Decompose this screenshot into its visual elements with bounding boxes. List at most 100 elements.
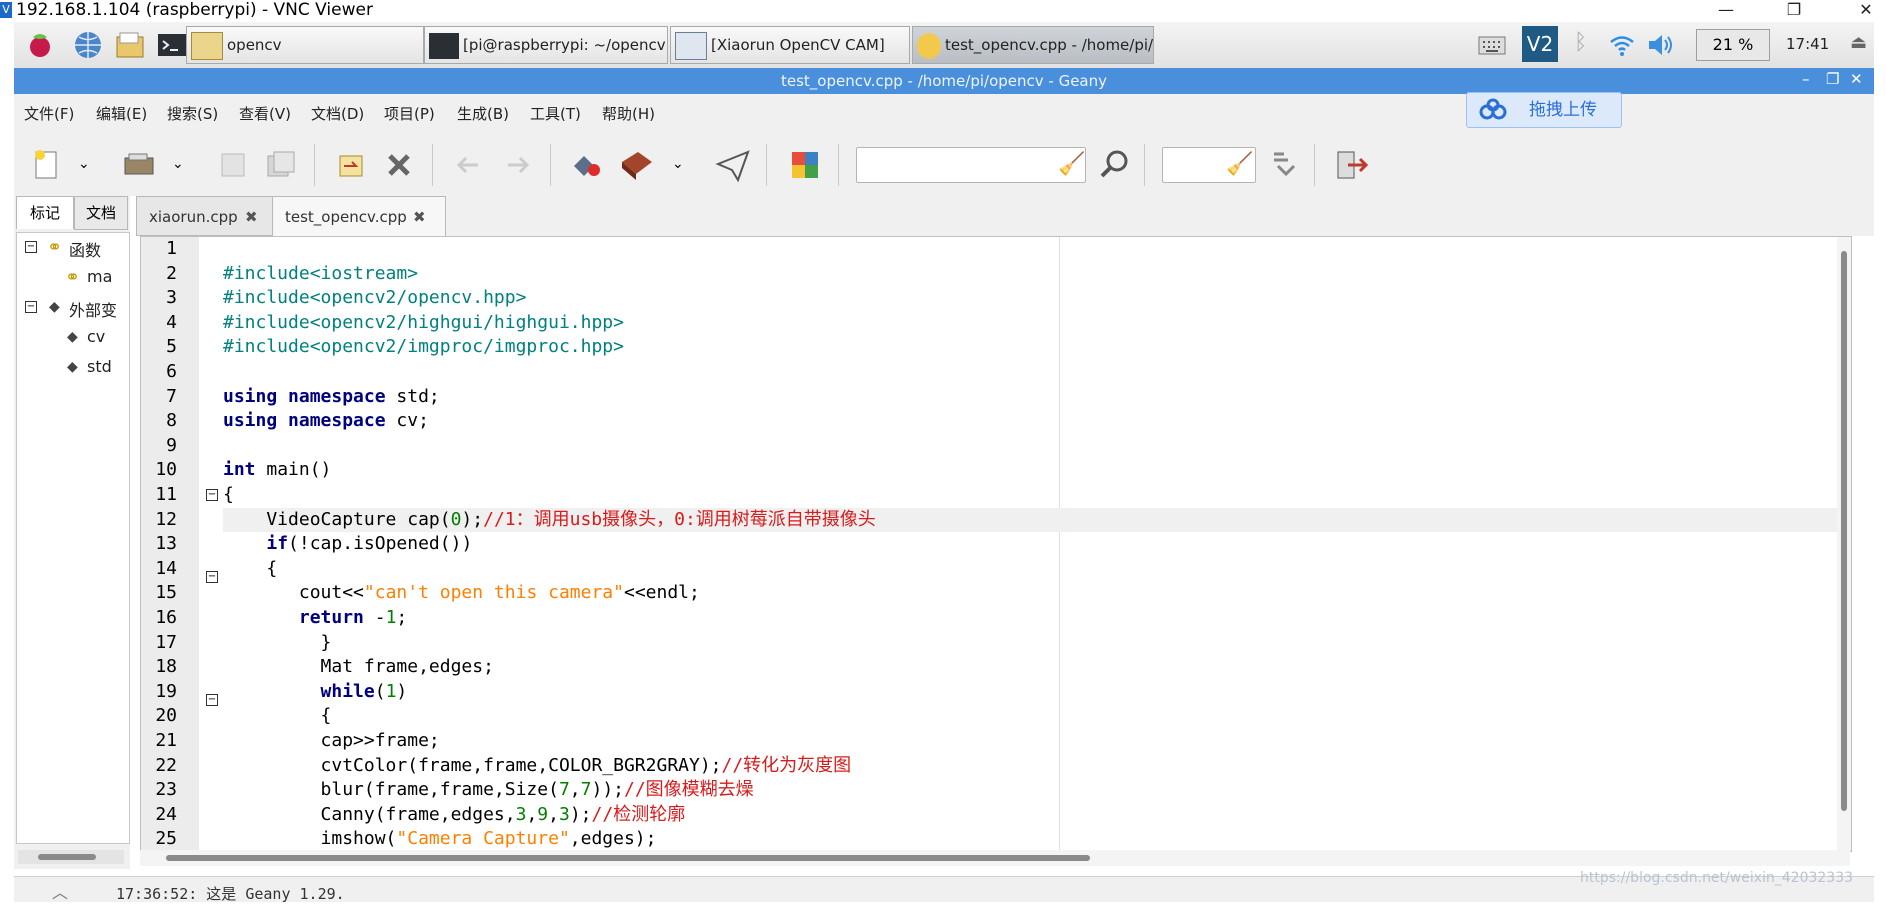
fold-toggle[interactable]: − <box>206 489 218 501</box>
code-editor[interactable]: 1 2 #include<iostream> 3 #include<opencv2/op… <box>140 236 1852 852</box>
pi-taskbar: opencv [pi@raspberrypi: ~/opencv] [Xiaor… <box>14 22 1874 69</box>
tab-documents[interactable]: 文档 <box>74 196 128 230</box>
geany-maximize-button[interactable]: ❐ <box>1826 70 1839 88</box>
color-chooser-icon[interactable] <box>786 146 824 184</box>
search-icon[interactable] <box>1096 146 1134 184</box>
restore-button[interactable]: ❐ <box>1774 0 1814 20</box>
geany-minimize-button[interactable]: – <box>1802 70 1810 88</box>
search-input[interactable] <box>856 147 1086 183</box>
save-all-icon[interactable] <box>262 146 300 184</box>
tab-symbols[interactable]: 标记 <box>16 196 74 229</box>
raspberry-menu-icon[interactable] <box>24 29 56 61</box>
horizontal-scrollbar[interactable] <box>140 850 1850 866</box>
tab-test-opencv-cpp[interactable]: test_opencv.cpp ✖ <box>272 196 446 237</box>
code-line[interactable]: cout<<"can't open this camera"<<endl; <box>223 581 700 606</box>
code-line[interactable]: int main() <box>223 458 331 483</box>
clear-search-icon[interactable]: 🧹 <box>1058 152 1085 177</box>
collapse-toggle[interactable]: − <box>25 241 37 253</box>
code-line[interactable]: { <box>223 704 332 729</box>
geany-close-button[interactable]: ✕ <box>1850 70 1863 88</box>
fold-toggle[interactable]: − <box>206 694 218 706</box>
chevron-down-icon[interactable]: ⌄ <box>672 156 684 172</box>
terminal-icon[interactable] <box>156 29 188 61</box>
eject-icon[interactable]: ⏏ <box>1850 32 1867 53</box>
code-line[interactable]: if(!cap.isOpened()) <box>223 532 472 557</box>
code-line[interactable]: cap>>frame; <box>223 729 440 754</box>
chevron-down-icon[interactable]: ⌄ <box>172 156 184 172</box>
task-opencv-cam[interactable]: [Xiaorun OpenCV CAM] <box>670 26 910 64</box>
menu-tools[interactable]: 工具(T) <box>530 94 581 134</box>
code-line[interactable]: using namespace cv; <box>223 409 429 434</box>
chevron-up-icon[interactable]: ︿ <box>52 879 68 903</box>
scrollbar-thumb[interactable] <box>166 855 1090 861</box>
build-icon[interactable] <box>618 146 656 184</box>
tree-cv[interactable]: cv <box>87 327 105 346</box>
revert-icon[interactable] <box>332 146 370 184</box>
task-opencv[interactable]: opencv <box>186 26 424 64</box>
code-line[interactable]: imshow("Camera Capture",edges); <box>223 827 657 852</box>
close-tab-icon[interactable]: ✖ <box>245 197 258 237</box>
line-number: 15 <box>155 582 177 604</box>
menu-document[interactable]: 文档(D) <box>311 94 364 134</box>
code-line[interactable]: #include<opencv2/highgui/highgui.hpp> <box>223 311 624 336</box>
code-line[interactable]: { <box>223 483 234 508</box>
fold-toggle[interactable]: − <box>206 571 218 583</box>
code-line[interactable]: #include<iostream> <box>223 262 418 287</box>
menu-edit[interactable]: 编辑(E) <box>96 94 147 134</box>
menu-view[interactable]: 查看(V) <box>239 94 291 134</box>
code-line[interactable]: blur(frame,frame,Size(7,7));//图像模糊去燥 <box>223 778 754 803</box>
menu-search[interactable]: 搜索(S) <box>167 94 218 134</box>
scrollbar-thumb[interactable] <box>1841 251 1847 811</box>
code-line[interactable]: #include<opencv2/opencv.hpp> <box>223 286 526 311</box>
save-icon[interactable] <box>214 146 252 184</box>
code-line[interactable]: VideoCapture cap(0);//1：调用usb摄像头，0:调用树莓派… <box>223 507 1843 533</box>
task-geany[interactable]: test_opencv.cpp - /home/pi/open... <box>912 26 1154 64</box>
menu-project[interactable]: 项目(P) <box>384 94 435 134</box>
tree-std[interactable]: std <box>87 357 125 376</box>
vnc-server-icon[interactable]: V2 <box>1522 26 1558 62</box>
code-line[interactable]: } <box>223 631 332 656</box>
open-file-icon[interactable] <box>120 146 158 184</box>
tree-main[interactable]: ma <box>87 267 125 286</box>
back-arrow-icon[interactable] <box>450 146 488 184</box>
chevron-down-icon[interactable]: ⌄ <box>78 156 90 172</box>
tree-functions[interactable]: 函数 <box>69 237 101 261</box>
scrollbar-thumb[interactable] <box>38 854 96 860</box>
code-line[interactable]: cvtColor(frame,frame,COLOR_BGR2GRAY);//转… <box>223 754 852 779</box>
new-file-icon[interactable] <box>28 146 66 184</box>
execute-icon[interactable] <box>714 146 752 184</box>
close-tab-icon[interactable]: ✖ <box>413 197 426 237</box>
volume-icon[interactable] <box>1646 32 1674 58</box>
vertical-scrollbar[interactable] <box>1837 237 1851 851</box>
close-button[interactable]: ✕ <box>1846 0 1886 20</box>
file-manager-icon[interactable] <box>114 29 146 61</box>
baidu-upload-widget[interactable]: 拖拽上传 <box>1466 92 1622 128</box>
jump-to-line-icon[interactable] <box>1264 146 1302 184</box>
tab-xiaorun-cpp[interactable]: xiaorun.cpp ✖ <box>136 196 280 236</box>
wifi-icon[interactable] <box>1608 32 1636 58</box>
keyboard-icon[interactable] <box>1478 32 1506 58</box>
code-line[interactable]: using namespace std; <box>223 385 440 410</box>
tree-external[interactable]: 外部变 <box>69 297 125 321</box>
code-line[interactable]: Canny(frame,edges,3,9,3);//检测轮廓 <box>223 803 686 828</box>
menu-build[interactable]: 生成(B) <box>457 94 509 134</box>
clear-goto-icon[interactable]: 🧹 <box>1226 152 1253 177</box>
code-line[interactable]: { <box>223 557 277 582</box>
code-line[interactable]: Mat frame,edges; <box>223 655 494 680</box>
collapse-toggle[interactable]: − <box>25 301 37 313</box>
code-line[interactable]: return -1; <box>223 606 407 631</box>
menu-file[interactable]: 文件(F) <box>24 94 74 134</box>
compile-icon[interactable] <box>568 146 606 184</box>
bluetooth-icon[interactable]: ᛒ <box>1574 30 1587 55</box>
web-browser-icon[interactable] <box>72 29 104 61</box>
sidebar-scrollbar[interactable] <box>18 850 124 864</box>
forward-arrow-icon[interactable] <box>498 146 536 184</box>
minimize-button[interactable]: — <box>1706 0 1746 20</box>
close-file-icon[interactable] <box>380 146 418 184</box>
menu-help[interactable]: 帮助(H) <box>602 94 655 134</box>
code-line[interactable]: #include<opencv2/imgproc/imgproc.hpp> <box>223 335 624 360</box>
code-line[interactable]: while(1) <box>223 680 408 705</box>
namespace-icon: ◆ <box>67 329 78 345</box>
task-terminal[interactable]: [pi@raspberrypi: ~/opencv] <box>424 26 668 64</box>
quit-icon[interactable] <box>1332 146 1370 184</box>
